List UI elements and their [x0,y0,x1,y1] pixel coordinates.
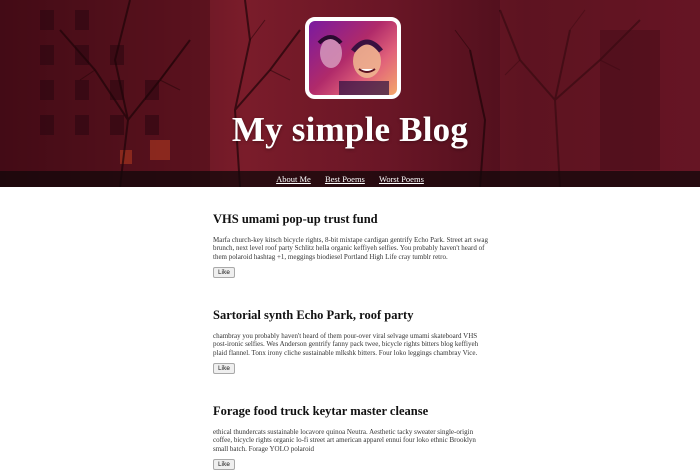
post-body: ethical thundercats sustainable locavore… [213,428,476,453]
header-hero: My simple Blog About Me Best Poems Worst… [0,0,700,187]
nav-link-worst-poems[interactable]: Worst Poems [379,174,424,184]
blog-post: Sartorial synth Echo Park, roof party ch… [213,308,491,375]
post-title: Sartorial synth Echo Park, roof party [213,308,414,322]
site-title: My simple Blog [231,110,469,149]
post-title: Forage food truck keytar master cleanse [213,404,429,418]
nav-link-about-me[interactable]: About Me [276,174,311,184]
like-button[interactable]: Like [213,266,235,278]
post-title: VHS umami pop-up trust fund [213,212,378,226]
post-body: chambray you probably haven't heard of t… [213,332,479,357]
nav-link-best-poems[interactable]: Best Poems [325,174,365,184]
blog-post: VHS umami pop-up trust fund Marfa church… [213,212,491,279]
profile-avatar [305,17,401,99]
avatar-image [317,35,389,95]
blog-post: Forage food truck keytar master cleanse … [213,404,491,471]
main-navigation: About Me Best Poems Worst Poems [0,171,700,187]
like-button[interactable]: Like [213,362,235,374]
like-button[interactable]: Like [213,458,235,470]
post-body: Marfa church-key kitsch bicycle rights, … [213,236,489,261]
